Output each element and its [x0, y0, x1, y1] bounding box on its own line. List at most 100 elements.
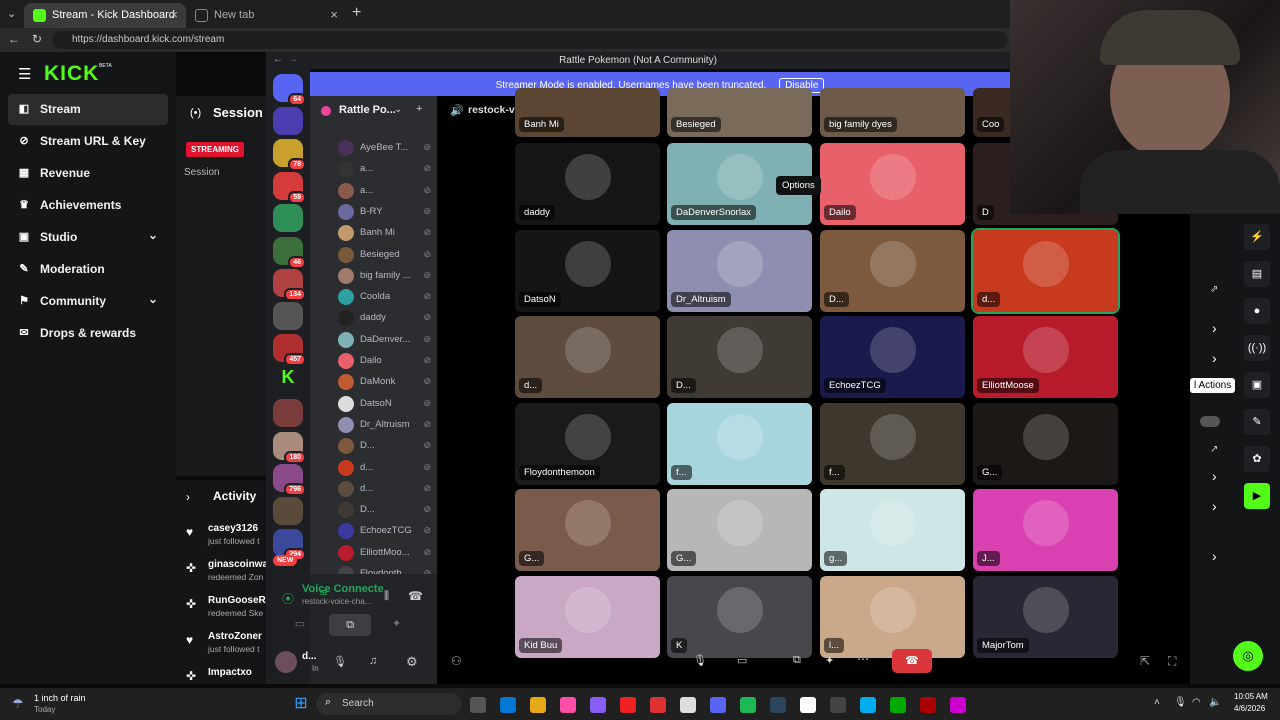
- add-person-icon[interactable]: ⚇: [451, 654, 462, 668]
- sidebar-item-studio[interactable]: ▣ Studio ⌄: [8, 222, 168, 253]
- taskbar-app-icon[interactable]: [620, 697, 636, 713]
- video-tile[interactable]: G...: [973, 403, 1118, 485]
- taskbar-app-icon[interactable]: [920, 697, 936, 713]
- headphones-icon[interactable]: ♫: [369, 655, 377, 667]
- camera-off-icon[interactable]: ▭: [737, 654, 747, 667]
- video-tile[interactable]: daddy: [515, 143, 660, 225]
- chevron-down-icon[interactable]: ⌄: [394, 104, 402, 115]
- video-tile[interactable]: G...: [667, 489, 812, 571]
- microphone-icon[interactable]: 🎙: [693, 654, 707, 667]
- voice-channel-name[interactable]: restock-voice-cha...: [302, 597, 371, 606]
- close-icon[interactable]: ×: [170, 7, 178, 22]
- add-member-icon[interactable]: +: [416, 103, 422, 115]
- video-tile[interactable]: d...: [971, 228, 1120, 314]
- server-icon[interactable]: K: [273, 367, 303, 395]
- sidebar-item-moderation[interactable]: ✎ Moderation: [8, 254, 168, 285]
- video-tile[interactable]: g...: [820, 489, 965, 571]
- video-tile[interactable]: EchoezTCG: [820, 316, 965, 398]
- video-tile[interactable]: l...: [820, 576, 965, 658]
- member-item[interactable]: DaMonk ⊘: [338, 372, 434, 392]
- weather-text[interactable]: 1 inch of rain: [34, 693, 86, 703]
- taskbar-app-icon[interactable]: [890, 697, 906, 713]
- server-icon[interactable]: 64: [273, 74, 306, 106]
- help-icon[interactable]: ◎: [1233, 641, 1263, 671]
- activity-user[interactable]: ginascoinwa: [184, 559, 268, 570]
- activity-user[interactable]: RunGooseRu: [184, 595, 272, 606]
- member-item[interactable]: DatsoN ⊘: [338, 394, 434, 414]
- taskbar-app-icon[interactable]: [650, 697, 666, 713]
- taskbar-app-icon[interactable]: [950, 697, 966, 713]
- member-item[interactable]: daddy ⊘: [338, 308, 434, 328]
- weather-icon[interactable]: ☂: [12, 696, 24, 712]
- sidebar-item-revenue[interactable]: ▦ Revenue: [8, 158, 168, 189]
- disconnect-icon[interactable]: ☎: [408, 589, 423, 603]
- taskbar-app-icon[interactable]: [710, 697, 726, 713]
- server-icon[interactable]: [273, 106, 303, 135]
- video-tile[interactable]: Banh Mi: [515, 88, 660, 137]
- taskbar-app-icon[interactable]: [500, 697, 516, 713]
- menu-icon[interactable]: ☰: [18, 65, 31, 83]
- chevron-down-icon[interactable]: ⌄: [148, 292, 158, 306]
- noise-suppression-icon[interactable]: ⫼: [384, 590, 389, 603]
- kick-logo[interactable]: KICK: [44, 62, 99, 86]
- chevron-right-icon[interactable]: ›: [1212, 548, 1217, 564]
- taskbar-app-icon[interactable]: [770, 697, 786, 713]
- camera-off-icon[interactable]: ▭: [290, 617, 310, 633]
- chevron-down-icon[interactable]: ⌄: [148, 228, 158, 242]
- server-icon[interactable]: [273, 301, 303, 330]
- taskbar-app-icon[interactable]: [590, 697, 606, 713]
- video-tile[interactable]: DatsoN: [515, 230, 660, 312]
- tab-new-tab[interactable]: New tab ×: [186, 3, 346, 28]
- panel-button[interactable]: ✎: [1244, 409, 1270, 435]
- chevron-right-icon[interactable]: ›: [1212, 350, 1217, 366]
- member-item[interactable]: a... ⊘: [338, 181, 434, 201]
- video-tile[interactable]: Kid Buu: [515, 576, 660, 658]
- member-item[interactable]: Dailo ⊘: [338, 351, 434, 371]
- video-tile[interactable]: f...: [820, 403, 965, 485]
- activities-icon[interactable]: ✦: [825, 654, 834, 667]
- member-item[interactable]: d... ⊘: [338, 458, 434, 478]
- video-tile[interactable]: D...: [820, 230, 965, 312]
- member-item[interactable]: D... ⊘: [338, 436, 434, 456]
- settings-gear-icon[interactable]: ⚙: [406, 654, 418, 670]
- member-item[interactable]: big family ... ⊘: [338, 266, 434, 286]
- toggle-switch[interactable]: [1200, 416, 1220, 427]
- screen-share-icon[interactable]: ⧉: [793, 654, 801, 667]
- more-icon[interactable]: ⋯: [857, 652, 869, 666]
- server-icon[interactable]: [273, 399, 303, 427]
- microphone-icon[interactable]: 🎙: [1174, 697, 1187, 708]
- taskbar-app-icon[interactable]: [560, 697, 576, 713]
- taskbar-search[interactable]: ⌕ Search: [316, 693, 462, 715]
- video-tile[interactable]: d...: [515, 316, 660, 398]
- chevron-right-icon[interactable]: ›: [1212, 468, 1217, 484]
- video-tile[interactable]: Besieged: [667, 88, 812, 137]
- taskbar-app-icon[interactable]: [530, 697, 546, 713]
- chevron-up-icon[interactable]: ˄: [1154, 697, 1160, 708]
- video-tile[interactable]: Dr_Altruism: [667, 230, 812, 312]
- taskbar-app-icon[interactable]: [470, 697, 486, 713]
- taskbar-app-icon[interactable]: [860, 697, 876, 713]
- member-item[interactable]: EchoezTCG ⊘: [338, 521, 434, 541]
- expand-icon[interactable]: ⇗: [1210, 284, 1218, 295]
- taskbar-app-icon[interactable]: [740, 697, 756, 713]
- back-icon[interactable]: ←: [273, 54, 283, 65]
- video-tile[interactable]: K: [667, 576, 812, 658]
- sidebar-item-community[interactable]: ⚑ Community ⌄: [8, 286, 168, 317]
- reload-icon[interactable]: ↻: [32, 32, 42, 46]
- member-item[interactable]: AyeBee T... ⊘: [338, 138, 434, 158]
- leave-call-button[interactable]: ☎: [892, 649, 932, 673]
- forward-icon[interactable]: →: [288, 54, 298, 65]
- member-item[interactable]: Coolda ⊘: [338, 287, 434, 307]
- member-item[interactable]: d... ⊘: [338, 479, 434, 499]
- server-icon[interactable]: 46: [273, 236, 306, 269]
- server-icon[interactable]: 134: [273, 269, 306, 301]
- member-item[interactable]: DaDenver... ⊘: [338, 330, 434, 350]
- member-item[interactable]: ElliottMoo... ⊘: [338, 543, 434, 563]
- server-icon[interactable]: 796: [273, 464, 306, 496]
- clock-time[interactable]: 10:05 AM: [1234, 692, 1268, 701]
- panel-button[interactable]: ●: [1244, 298, 1270, 324]
- tab-kick-dashboard[interactable]: Stream - Kick Dashboard ×: [24, 3, 186, 28]
- server-icon[interactable]: 59: [273, 171, 306, 204]
- new-tab-button[interactable]: +: [352, 4, 361, 22]
- sidebar-item-stream-url-key[interactable]: ⊘ Stream URL & Key: [8, 126, 168, 157]
